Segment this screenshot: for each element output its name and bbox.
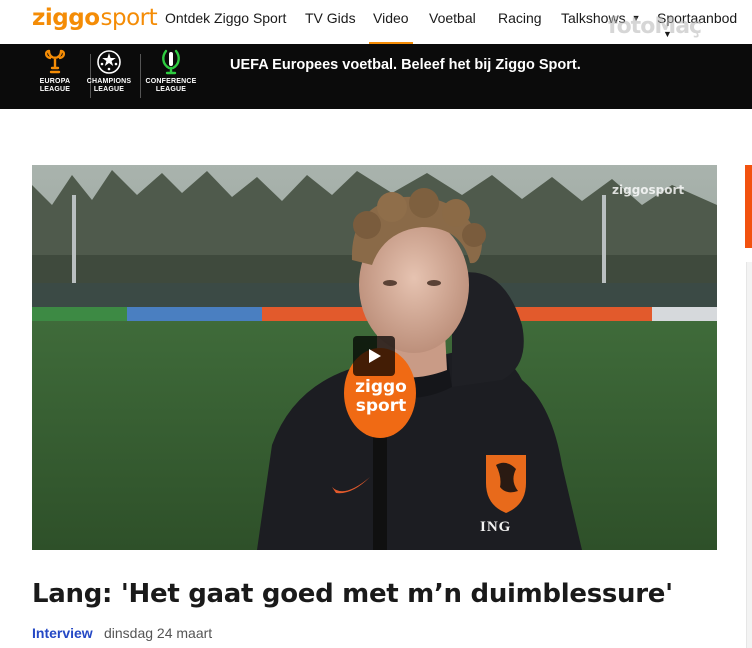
champions-league-label-2: LEAGUE: [93, 85, 125, 93]
nav-item-tv-gids[interactable]: TV Gids: [305, 10, 356, 26]
sidebar-accent: [745, 165, 752, 248]
europa-league-label-1: EUROPA: [39, 78, 71, 85]
europa-league-logo: EUROPA LEAGUE: [25, 48, 85, 104]
article-date: dinsdag 24 maart: [104, 625, 213, 641]
champions-league-label-1: CHAMPIONS: [86, 78, 132, 85]
article-category-link[interactable]: Interview: [32, 624, 93, 642]
conference-league-logo: CONFERENCE LEAGUE: [141, 48, 201, 104]
top-navigation: ziggosport Ontdek Ziggo Sport TV Gids Vi…: [0, 0, 752, 45]
logo-text-ziggo: ziggo: [32, 5, 100, 31]
jacket-sponsor-logo: ING: [480, 519, 512, 535]
logo-text-sport: sport: [100, 5, 158, 31]
conference-league-trophy-icon: [162, 49, 180, 75]
conference-league-label-2: LEAGUE: [155, 85, 187, 93]
champions-league-starball-icon: [97, 50, 121, 74]
conference-league-label-1: CONFERENCE: [145, 78, 197, 85]
chevron-down-icon: ▼: [631, 13, 641, 23]
article-title: Lang: 'Het gaat goed met m’n duimblessur…: [32, 579, 673, 609]
nav-item-ontdek-ziggo-sport[interactable]: Ontdek Ziggo Sport: [165, 10, 286, 26]
nav-item-sportaanbod-label: Sportaanbod: [657, 10, 738, 26]
mic-text-ziggo: ziggo: [355, 377, 407, 397]
nav-item-sportaanbod[interactable]: Sportaanbod ▼: [657, 10, 752, 42]
nav-item-talkshows[interactable]: Talkshows ▼: [561, 10, 641, 26]
uefa-promo-banner[interactable]: EUROPA LEAGUE CHAMPIONS LEAGUE CONFERENCE L…: [0, 44, 752, 109]
nav-item-video[interactable]: Video: [369, 10, 413, 45]
chevron-down-icon: ▼: [663, 29, 672, 39]
champions-league-logo: CHAMPIONS LEAGUE: [80, 48, 138, 104]
mic-text-sport: sport: [355, 396, 407, 416]
banner-tagline: UEFA Europees voetbal. Beleef het bij Zi…: [230, 57, 581, 73]
nav-item-racing[interactable]: Racing: [498, 10, 542, 26]
sidebar-card: [746, 262, 752, 648]
europa-league-trophy-icon: [44, 49, 66, 74]
ziggo-sport-logo[interactable]: ziggosport: [32, 5, 158, 31]
play-button[interactable]: [353, 336, 395, 376]
video-player[interactable]: ziggosport ziggo sport ING: [32, 165, 717, 550]
europa-league-label-2: LEAGUE: [39, 85, 71, 93]
microphone-branding: ziggo sport: [350, 378, 412, 416]
nav-item-talkshows-label: Talkshows: [561, 10, 626, 26]
nav-item-voetbal[interactable]: Voetbal: [429, 10, 476, 26]
video-channel-watermark: ziggosport: [612, 183, 685, 197]
